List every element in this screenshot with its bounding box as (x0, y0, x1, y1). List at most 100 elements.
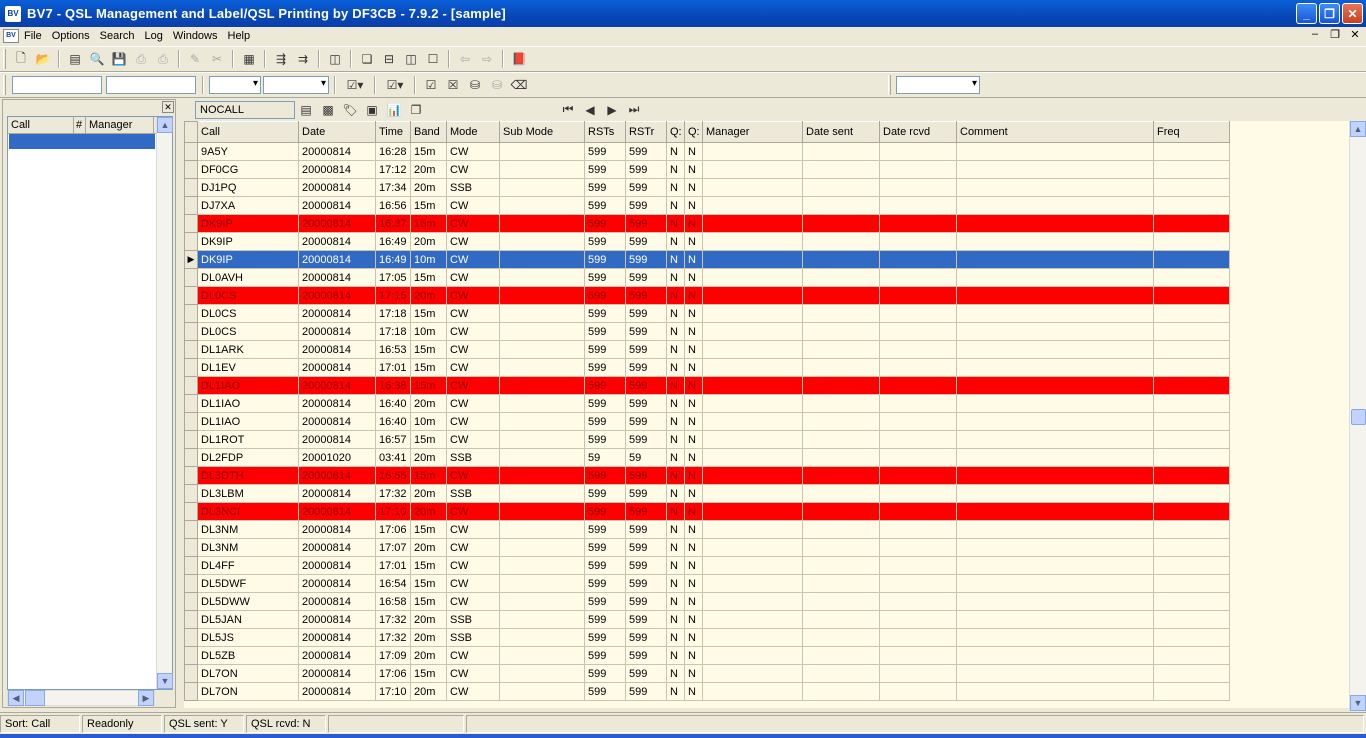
cell-date[interactable]: 20000814 (298, 466, 376, 485)
cell-mode[interactable]: CW (446, 304, 500, 323)
cell-qsl-rcvd[interactable]: N (684, 448, 703, 467)
row-indicator[interactable] (184, 178, 198, 197)
table-row[interactable]: DL1ROT 20000814 16:57 15m CW 599 599 N N (184, 430, 1230, 449)
cell-date-rcvd[interactable] (879, 610, 957, 629)
cell-sub-mode[interactable] (499, 520, 585, 539)
cell-qsl-sent[interactable]: N (666, 520, 685, 539)
cell-mode[interactable]: CW (446, 250, 500, 269)
cell-rstr[interactable]: 599 (625, 232, 667, 251)
cell-freq[interactable] (1153, 574, 1230, 593)
cell-rsts[interactable]: 599 (584, 286, 626, 305)
cell-call[interactable]: DL1IAO (197, 376, 299, 395)
cell-rsts[interactable]: 599 (584, 160, 626, 179)
row-indicator[interactable] (184, 502, 198, 521)
table-row[interactable]: DL3LBM 20000814 17:32 20m SSB 599 599 N N (184, 484, 1230, 503)
cell-time[interactable]: 17:12 (375, 160, 411, 179)
call-search-input[interactable] (12, 76, 102, 94)
cell-band[interactable]: 15m (410, 214, 447, 233)
cell-date-rcvd[interactable] (879, 556, 957, 575)
cell-comment[interactable] (956, 340, 1154, 359)
cell-manager[interactable] (702, 142, 803, 161)
cell-call[interactable]: DK9IP (197, 250, 299, 269)
cell-rsts[interactable]: 599 (584, 628, 626, 647)
cell-band[interactable]: 20m (410, 448, 447, 467)
cell-time[interactable]: 17:07 (375, 538, 411, 557)
cell-date[interactable]: 20000814 (298, 250, 376, 269)
cell-freq[interactable] (1153, 160, 1230, 179)
last-record-icon[interactable]: ⏭ (625, 101, 643, 119)
cell-time[interactable]: 16:40 (375, 412, 411, 431)
row-indicator[interactable] (184, 304, 198, 323)
cell-date-sent[interactable] (802, 412, 880, 431)
cell-freq[interactable] (1153, 502, 1230, 521)
cell-qsl-rcvd[interactable]: N (684, 304, 703, 323)
row-indicator[interactable] (184, 196, 198, 215)
cell-qsl-rcvd[interactable]: N (684, 160, 703, 179)
cell-rstr[interactable]: 599 (625, 160, 667, 179)
row-indicator[interactable] (184, 160, 198, 179)
cell-date[interactable]: 20000814 (298, 214, 376, 233)
cell-rstr[interactable]: 599 (625, 502, 667, 521)
cell-date-rcvd[interactable] (879, 412, 957, 431)
cell-comment[interactable] (956, 610, 1154, 629)
cell-freq[interactable] (1153, 178, 1230, 197)
cell-freq[interactable] (1153, 376, 1230, 395)
cell-manager[interactable] (702, 376, 803, 395)
cell-manager[interactable] (702, 250, 803, 269)
column-header-rsts[interactable]: RSTs (584, 121, 626, 143)
cell-date[interactable]: 20000814 (298, 520, 376, 539)
cell-date-sent[interactable] (802, 358, 880, 377)
row-indicator[interactable] (184, 574, 198, 593)
cell-manager[interactable] (702, 646, 803, 665)
cell-freq[interactable] (1153, 538, 1230, 557)
cell-qsl-sent[interactable]: N (666, 232, 685, 251)
cell-call[interactable]: DL1ARK (197, 340, 299, 359)
cell-date[interactable]: 20000814 (298, 340, 376, 359)
cell-comment[interactable] (956, 448, 1154, 467)
copy-icon[interactable]: ❐ (407, 101, 425, 119)
cell-time[interactable]: 17:34 (375, 178, 411, 197)
cell-comment[interactable] (956, 232, 1154, 251)
cell-sub-mode[interactable] (499, 538, 585, 557)
cell-mode[interactable]: CW (446, 466, 500, 485)
cell-call[interactable]: DL1ROT (197, 430, 299, 449)
cell-sub-mode[interactable] (499, 592, 585, 611)
cell-time[interactable]: 16:49 (375, 250, 411, 269)
cell-call[interactable]: DL3NCI (197, 502, 299, 521)
cell-band[interactable]: 20m (410, 628, 447, 647)
cell-qsl-sent[interactable]: N (666, 322, 685, 341)
scroll-up-icon[interactable]: ▲ (1350, 121, 1366, 137)
table-row[interactable]: DL7ON 20000814 17:10 20m CW 599 599 N N (184, 682, 1230, 701)
cell-date-rcvd[interactable] (879, 142, 957, 161)
row-indicator[interactable] (184, 538, 198, 557)
cell-qsl-rcvd[interactable]: N (684, 574, 703, 593)
cell-freq[interactable] (1153, 430, 1230, 449)
cell-mode[interactable]: CW (446, 664, 500, 683)
cell-date[interactable]: 20000814 (298, 502, 376, 521)
profile-select[interactable] (896, 76, 980, 94)
log-view-icon[interactable]: ▦ (240, 50, 258, 68)
table-row[interactable]: 9A5Y 20000814 16:28 15m CW 599 599 N N (184, 142, 1230, 161)
table-row[interactable]: DL1IAO 20000814 16:38 15m CW 599 599 N N (184, 376, 1230, 395)
cell-mode[interactable]: CW (446, 286, 500, 305)
cell-time[interactable]: 16:49 (375, 232, 411, 251)
cell-date-rcvd[interactable] (879, 682, 957, 701)
cell-qsl-sent[interactable]: N (666, 142, 685, 161)
cell-manager[interactable] (702, 466, 803, 485)
table-row[interactable]: DL7ON 20000814 17:06 15m CW 599 599 N N (184, 664, 1230, 683)
cell-date[interactable]: 20000814 (298, 628, 376, 647)
cell-date-rcvd[interactable] (879, 574, 957, 593)
cell-comment[interactable] (956, 646, 1154, 665)
manager-list[interactable]: Call # Manager ▲ ▼ (7, 116, 173, 690)
cell-date-rcvd[interactable] (879, 430, 957, 449)
cell-comment[interactable] (956, 358, 1154, 377)
row-indicator[interactable] (184, 520, 198, 539)
cell-freq[interactable] (1153, 358, 1230, 377)
cell-qsl-sent[interactable]: N (666, 682, 685, 701)
row-indicator[interactable] (184, 376, 198, 395)
cell-freq[interactable] (1153, 322, 1230, 341)
cell-sub-mode[interactable] (499, 142, 585, 161)
cell-date-rcvd[interactable] (879, 484, 957, 503)
cell-comment[interactable] (956, 484, 1154, 503)
cell-freq[interactable] (1153, 340, 1230, 359)
